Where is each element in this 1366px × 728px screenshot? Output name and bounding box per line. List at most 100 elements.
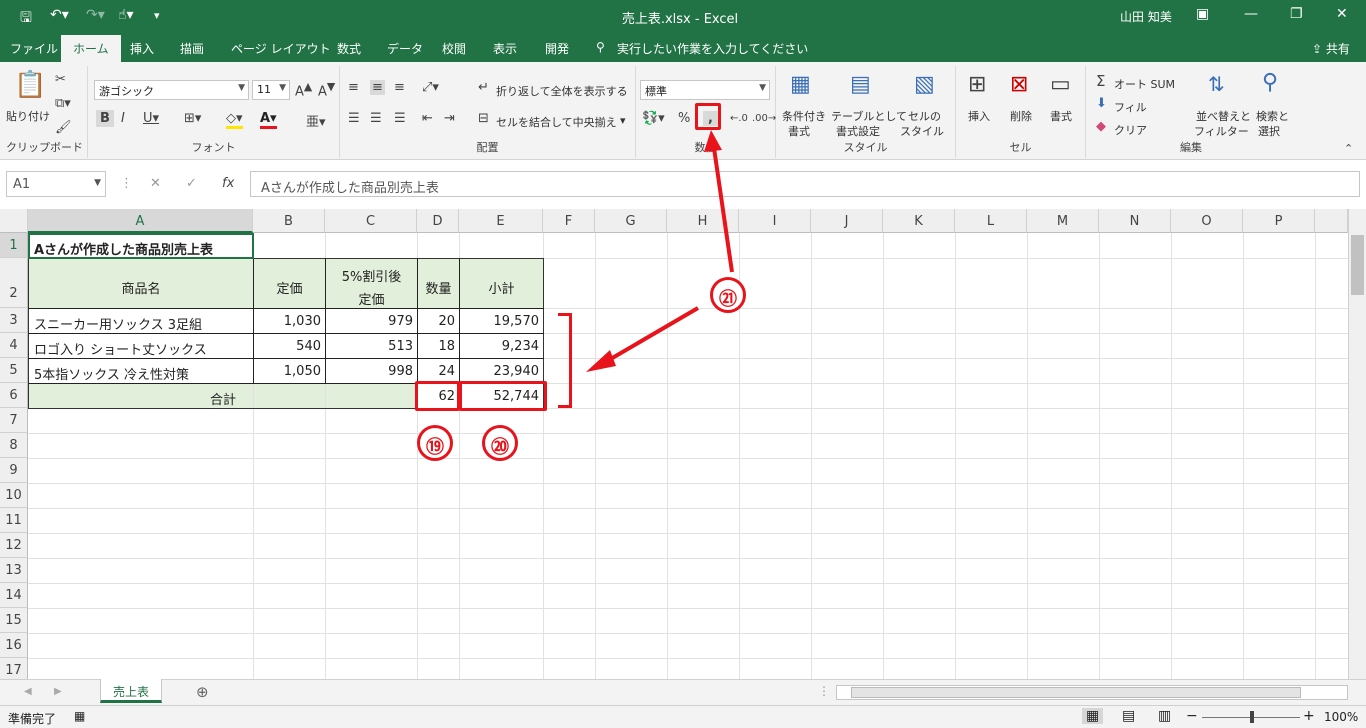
row-header-11[interactable]: 11	[0, 508, 28, 533]
ribbon-display-icon[interactable]: ▣	[1196, 6, 1209, 22]
row-header-17[interactable]: 17	[0, 658, 28, 679]
row-header-10[interactable]: 10	[0, 483, 28, 508]
cell-c5[interactable]: 998	[326, 359, 417, 384]
cell-e2[interactable]: 小計	[460, 273, 543, 302]
column-header-q[interactable]	[1315, 209, 1348, 233]
vertical-scrollbar[interactable]	[1348, 209, 1366, 679]
cell-b3[interactable]: 1,030	[254, 309, 325, 334]
tab-home[interactable]: ホーム	[61, 35, 121, 62]
row-header-1[interactable]: 1	[0, 233, 28, 258]
row-header-9[interactable]: 9	[0, 458, 28, 483]
tab-draw[interactable]: 描画	[180, 40, 204, 57]
select-all-corner[interactable]	[0, 209, 28, 233]
column-header-c[interactable]: C	[325, 209, 417, 233]
column-header-m[interactable]: M	[1027, 209, 1099, 233]
cell-e4[interactable]: 9,234	[460, 334, 543, 359]
column-header-e[interactable]: E	[459, 209, 543, 233]
decrease-indent-icon[interactable]: ⇤	[422, 111, 433, 126]
fill-button[interactable]: フィル	[1114, 99, 1147, 115]
close-icon[interactable]: ✕	[1336, 6, 1348, 22]
insert-function-button[interactable]: fx	[222, 176, 234, 191]
column-header-o[interactable]: O	[1171, 209, 1243, 233]
row-header-7[interactable]: 7	[0, 408, 28, 433]
maximize-icon[interactable]: ❐	[1290, 6, 1303, 22]
zoom-in-icon[interactable]: +	[1303, 708, 1315, 724]
row-header-4[interactable]: 4	[0, 333, 28, 358]
column-header-n[interactable]: N	[1099, 209, 1171, 233]
format-painter-icon[interactable]: 🖌	[55, 120, 72, 135]
horizontal-scrollbar[interactable]	[836, 685, 1348, 700]
align-left-icon[interactable]: ☰	[348, 111, 360, 126]
align-bottom-icon[interactable]: ≡	[394, 80, 405, 95]
tab-review[interactable]: 校閲	[442, 40, 466, 57]
increase-font-icon[interactable]: A▲	[295, 80, 312, 99]
row-header-16[interactable]: 16	[0, 633, 28, 658]
sort-label-2[interactable]: フィルター	[1194, 123, 1249, 139]
increase-decimal-icon[interactable]: ←.0	[730, 113, 748, 124]
font-name-select[interactable]: 游ゴシック ▼	[94, 80, 249, 100]
column-header-g[interactable]: G	[595, 209, 667, 233]
collapse-ribbon-icon[interactable]: ⌃	[1344, 142, 1353, 155]
column-header-l[interactable]: L	[955, 209, 1027, 233]
zoom-out-icon[interactable]: −	[1186, 708, 1198, 724]
autosum-button[interactable]: オート SUM	[1114, 76, 1175, 92]
add-sheet-icon[interactable]: ⊕	[196, 683, 209, 701]
increase-indent-icon[interactable]: ⇥	[444, 111, 455, 126]
clear-button[interactable]: クリア	[1114, 122, 1147, 138]
find-label-1[interactable]: 検索と	[1256, 108, 1289, 124]
format-table-label-2[interactable]: 書式設定	[836, 123, 880, 139]
row-header-2[interactable]: 2	[0, 258, 28, 308]
tab-page-layout[interactable]: ページ レイアウト	[231, 40, 331, 57]
normal-view-icon[interactable]: ▦	[1082, 708, 1104, 724]
sheet-tab-uriage[interactable]: 売上表	[100, 679, 162, 703]
sort-label-1[interactable]: 並べ替えと	[1196, 108, 1251, 124]
cell-c3[interactable]: 979	[326, 309, 417, 334]
decrease-font-icon[interactable]: A▼	[318, 80, 335, 99]
column-header-p[interactable]: P	[1243, 209, 1315, 233]
delete-cells-button[interactable]: 削除	[1010, 108, 1032, 124]
zoom-level[interactable]: 100%	[1324, 710, 1358, 724]
underline-button[interactable]: U▾	[143, 111, 159, 126]
cancel-icon[interactable]: ✕	[150, 176, 161, 191]
save-icon[interactable]: 🖫	[20, 7, 32, 31]
format-table-label-1[interactable]: テーブルとして	[831, 108, 907, 124]
bold-button[interactable]: B	[96, 110, 114, 127]
cell-b5[interactable]: 1,050	[254, 359, 325, 384]
cell-e3[interactable]: 19,570	[460, 309, 543, 334]
minimize-icon[interactable]: —	[1244, 6, 1258, 22]
customize-qat-icon[interactable]: ▾	[154, 9, 160, 22]
enter-icon[interactable]: ✓	[186, 176, 197, 191]
cell-c4[interactable]: 513	[326, 334, 417, 359]
cell-d4[interactable]: 18	[418, 334, 459, 359]
user-name[interactable]: 山田 知美	[1120, 8, 1172, 25]
h-scroll-thumb[interactable]	[851, 687, 1301, 698]
tab-file[interactable]: ファイル	[10, 40, 58, 57]
name-box[interactable]: A1 ▼	[6, 171, 106, 197]
row-header-8[interactable]: 8	[0, 433, 28, 458]
row-header-6[interactable]: 6	[0, 383, 28, 408]
next-sheet-icon[interactable]: ▶	[54, 686, 62, 697]
phonetic-icon[interactable]: 亜▾	[306, 111, 326, 130]
cell-styles-label-1[interactable]: セルの	[908, 108, 941, 124]
column-header-j[interactable]: J	[811, 209, 883, 233]
cell-b4[interactable]: 540	[254, 334, 325, 359]
column-header-f[interactable]: F	[543, 209, 595, 233]
align-center-icon[interactable]: ☰	[370, 111, 382, 126]
cell-a1[interactable]: Aさんが作成した商品別売上表	[30, 234, 252, 263]
tab-data[interactable]: データ	[387, 40, 423, 57]
cond-format-label-1[interactable]: 条件付き	[782, 108, 826, 124]
page-layout-view-icon[interactable]: ▤	[1122, 708, 1135, 724]
tell-me-input[interactable]: 実行したい作業を入力してください	[617, 40, 808, 57]
number-format-select[interactable]: 標準 ▼	[640, 80, 770, 100]
page-break-view-icon[interactable]: ▥	[1158, 708, 1171, 724]
align-top-icon[interactable]: ≡	[348, 80, 359, 95]
fill-color-icon[interactable]: ◇▾	[226, 111, 243, 129]
column-header-b[interactable]: B	[253, 209, 325, 233]
tab-formulas[interactable]: 数式	[337, 40, 361, 57]
formula-input[interactable]: Aさんが作成した商品別売上表	[250, 171, 1360, 197]
cell-b2[interactable]: 定価	[254, 273, 325, 302]
cell-d2[interactable]: 数量	[418, 273, 459, 302]
decrease-decimal-icon[interactable]: .00→	[752, 113, 776, 124]
percent-style-button[interactable]: %	[678, 111, 690, 126]
cond-format-label-2[interactable]: 書式	[788, 123, 810, 139]
